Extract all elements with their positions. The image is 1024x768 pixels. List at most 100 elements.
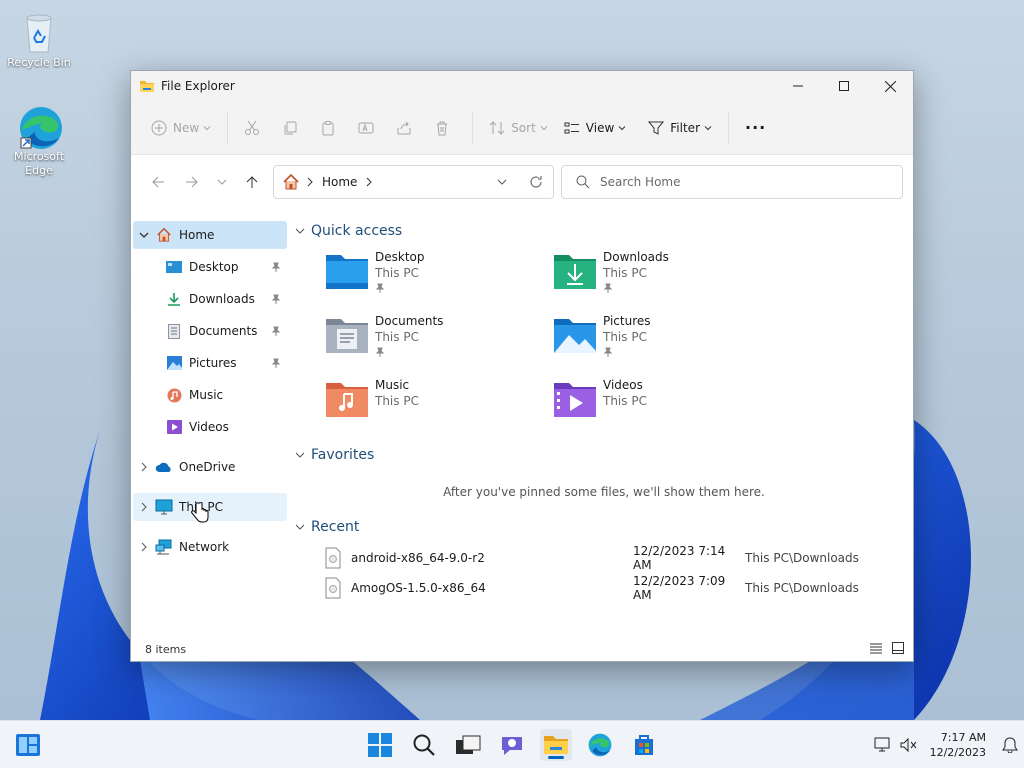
section-title: Favorites (311, 447, 375, 463)
sidebar-item-network[interactable]: Network (133, 533, 287, 561)
sidebar-item-onedrive[interactable]: OneDrive (133, 453, 287, 481)
sidebar-item-music[interactable]: Music (133, 381, 287, 409)
view-button[interactable]: View (556, 112, 634, 144)
breadcrumb-home[interactable]: Home (322, 175, 357, 189)
task-view-button[interactable] (452, 729, 484, 761)
quick-access-header[interactable]: Quick access (295, 219, 913, 243)
chevron-right-icon[interactable] (133, 462, 155, 472)
address-dropdown-button[interactable] (485, 167, 519, 197)
search-input[interactable] (600, 175, 880, 189)
network-tray-button[interactable] (870, 729, 896, 761)
share-button[interactable] (388, 112, 426, 144)
widgets-button[interactable] (12, 729, 44, 761)
up-button[interactable] (235, 167, 269, 197)
quick-access-item-music[interactable]: Music This PC (325, 377, 553, 433)
favorites-header[interactable]: Favorites (295, 443, 913, 467)
pin-icon (271, 325, 281, 339)
desktop-icon-recycle-bin[interactable]: Recycle Bin (3, 10, 75, 70)
desktop-folder-icon (326, 255, 368, 289)
quick-access-grid: Desktop This PC Downloads This PC Docume… (295, 243, 913, 433)
search-box[interactable] (561, 165, 903, 199)
arrow-left-icon (152, 176, 164, 188)
downloads-folder-icon (554, 255, 596, 289)
store-taskbar-button[interactable] (628, 729, 660, 761)
chevron-right-icon[interactable] (133, 542, 155, 552)
sidebar-item-downloads[interactable]: Downloads (133, 285, 287, 313)
chat-button[interactable] (496, 729, 528, 761)
back-button[interactable] (141, 167, 175, 197)
sidebar-item-home[interactable]: Home (133, 221, 287, 249)
rename-icon (358, 122, 374, 133)
copy-icon (284, 121, 297, 134)
recent-file-row[interactable]: AmogOS-1.5.0-x86_64 12/2/2023 7:09 AM Th… (295, 573, 913, 603)
sidebar-item-pictures[interactable]: Pictures (133, 349, 287, 377)
quick-access-item-videos[interactable]: Videos This PC (553, 377, 781, 433)
sidebar-item-desktop[interactable]: Desktop (133, 253, 287, 281)
item-location: This PC (603, 330, 647, 344)
more-options-button[interactable]: ... (737, 112, 774, 144)
store-icon (635, 735, 653, 755)
notifications-button[interactable] (996, 729, 1024, 761)
copy-button[interactable] (274, 112, 312, 144)
sidebar-item-documents[interactable]: Documents (133, 317, 287, 345)
view-list-icon (564, 122, 579, 133)
filter-button[interactable]: Filter (640, 112, 720, 144)
computer-icon (155, 498, 173, 516)
pin-icon (375, 347, 385, 357)
cut-button[interactable] (236, 112, 274, 144)
search-icon (413, 734, 435, 756)
address-bar[interactable]: Home (273, 165, 554, 199)
file-explorer-window: File Explorer New Sort View Filter ... H… (130, 70, 914, 662)
minimize-button[interactable] (775, 71, 821, 101)
recent-header[interactable]: Recent (295, 515, 913, 539)
start-button[interactable] (364, 729, 396, 761)
windows-logo-icon (368, 733, 392, 757)
details-view-icon[interactable] (869, 641, 883, 655)
clock[interactable]: 7:17 AM 12/2/2023 (930, 730, 986, 760)
edge-icon (588, 733, 612, 757)
divider (472, 111, 474, 144)
documents-folder-icon (326, 319, 368, 353)
quick-access-item-downloads[interactable]: Downloads This PC (553, 249, 781, 305)
more-label: ... (745, 114, 767, 133)
delete-button[interactable] (426, 112, 464, 144)
sidebar-item-videos[interactable]: Videos (133, 413, 287, 441)
sidebar-item-label: Music (189, 388, 224, 402)
paste-button[interactable] (312, 112, 350, 144)
new-button[interactable]: New (143, 112, 219, 144)
search-button[interactable] (408, 729, 440, 761)
volume-tray-button[interactable] (896, 729, 922, 761)
file-name: AmogOS-1.5.0-x86_64 (351, 581, 486, 595)
rename-button[interactable] (350, 112, 388, 144)
forward-button[interactable] (175, 167, 209, 197)
file-icon (325, 547, 341, 569)
widgets-icon (16, 734, 40, 756)
large-icons-view-icon[interactable] (891, 641, 905, 655)
desktop-folder-icon (165, 258, 183, 276)
title-bar[interactable]: File Explorer (131, 71, 913, 101)
maximize-icon (839, 81, 849, 91)
edge-icon (17, 104, 62, 149)
item-name: Videos (603, 378, 643, 392)
desktop-icon-edge[interactable]: Microsoft Edge (3, 104, 75, 178)
chevron-down-icon[interactable] (133, 230, 155, 240)
sort-button[interactable]: Sort (481, 112, 556, 144)
recent-file-row[interactable]: android-x86_64-9.0-r2 12/2/2023 7:14 AM … (295, 543, 913, 573)
network-icon (155, 538, 173, 556)
recent-locations-button[interactable] (209, 167, 235, 197)
quick-access-item-documents[interactable]: Documents This PC (325, 313, 553, 369)
chevron-right-icon (367, 177, 373, 187)
quick-access-item-pictures[interactable]: Pictures This PC (553, 313, 781, 369)
item-name: Desktop (375, 250, 425, 264)
window-title: File Explorer (161, 79, 235, 93)
folder-icon (140, 81, 154, 92)
edge-taskbar-button[interactable] (584, 729, 616, 761)
item-location: This PC (375, 394, 419, 408)
sidebar-item-this-pc[interactable]: This PC (133, 493, 287, 523)
file-explorer-taskbar-button[interactable] (540, 729, 572, 761)
chevron-right-icon[interactable] (133, 502, 155, 512)
quick-access-item-desktop[interactable]: Desktop This PC (325, 249, 553, 305)
maximize-button[interactable] (821, 71, 867, 101)
refresh-button[interactable] (519, 167, 553, 197)
close-button[interactable] (867, 71, 913, 101)
